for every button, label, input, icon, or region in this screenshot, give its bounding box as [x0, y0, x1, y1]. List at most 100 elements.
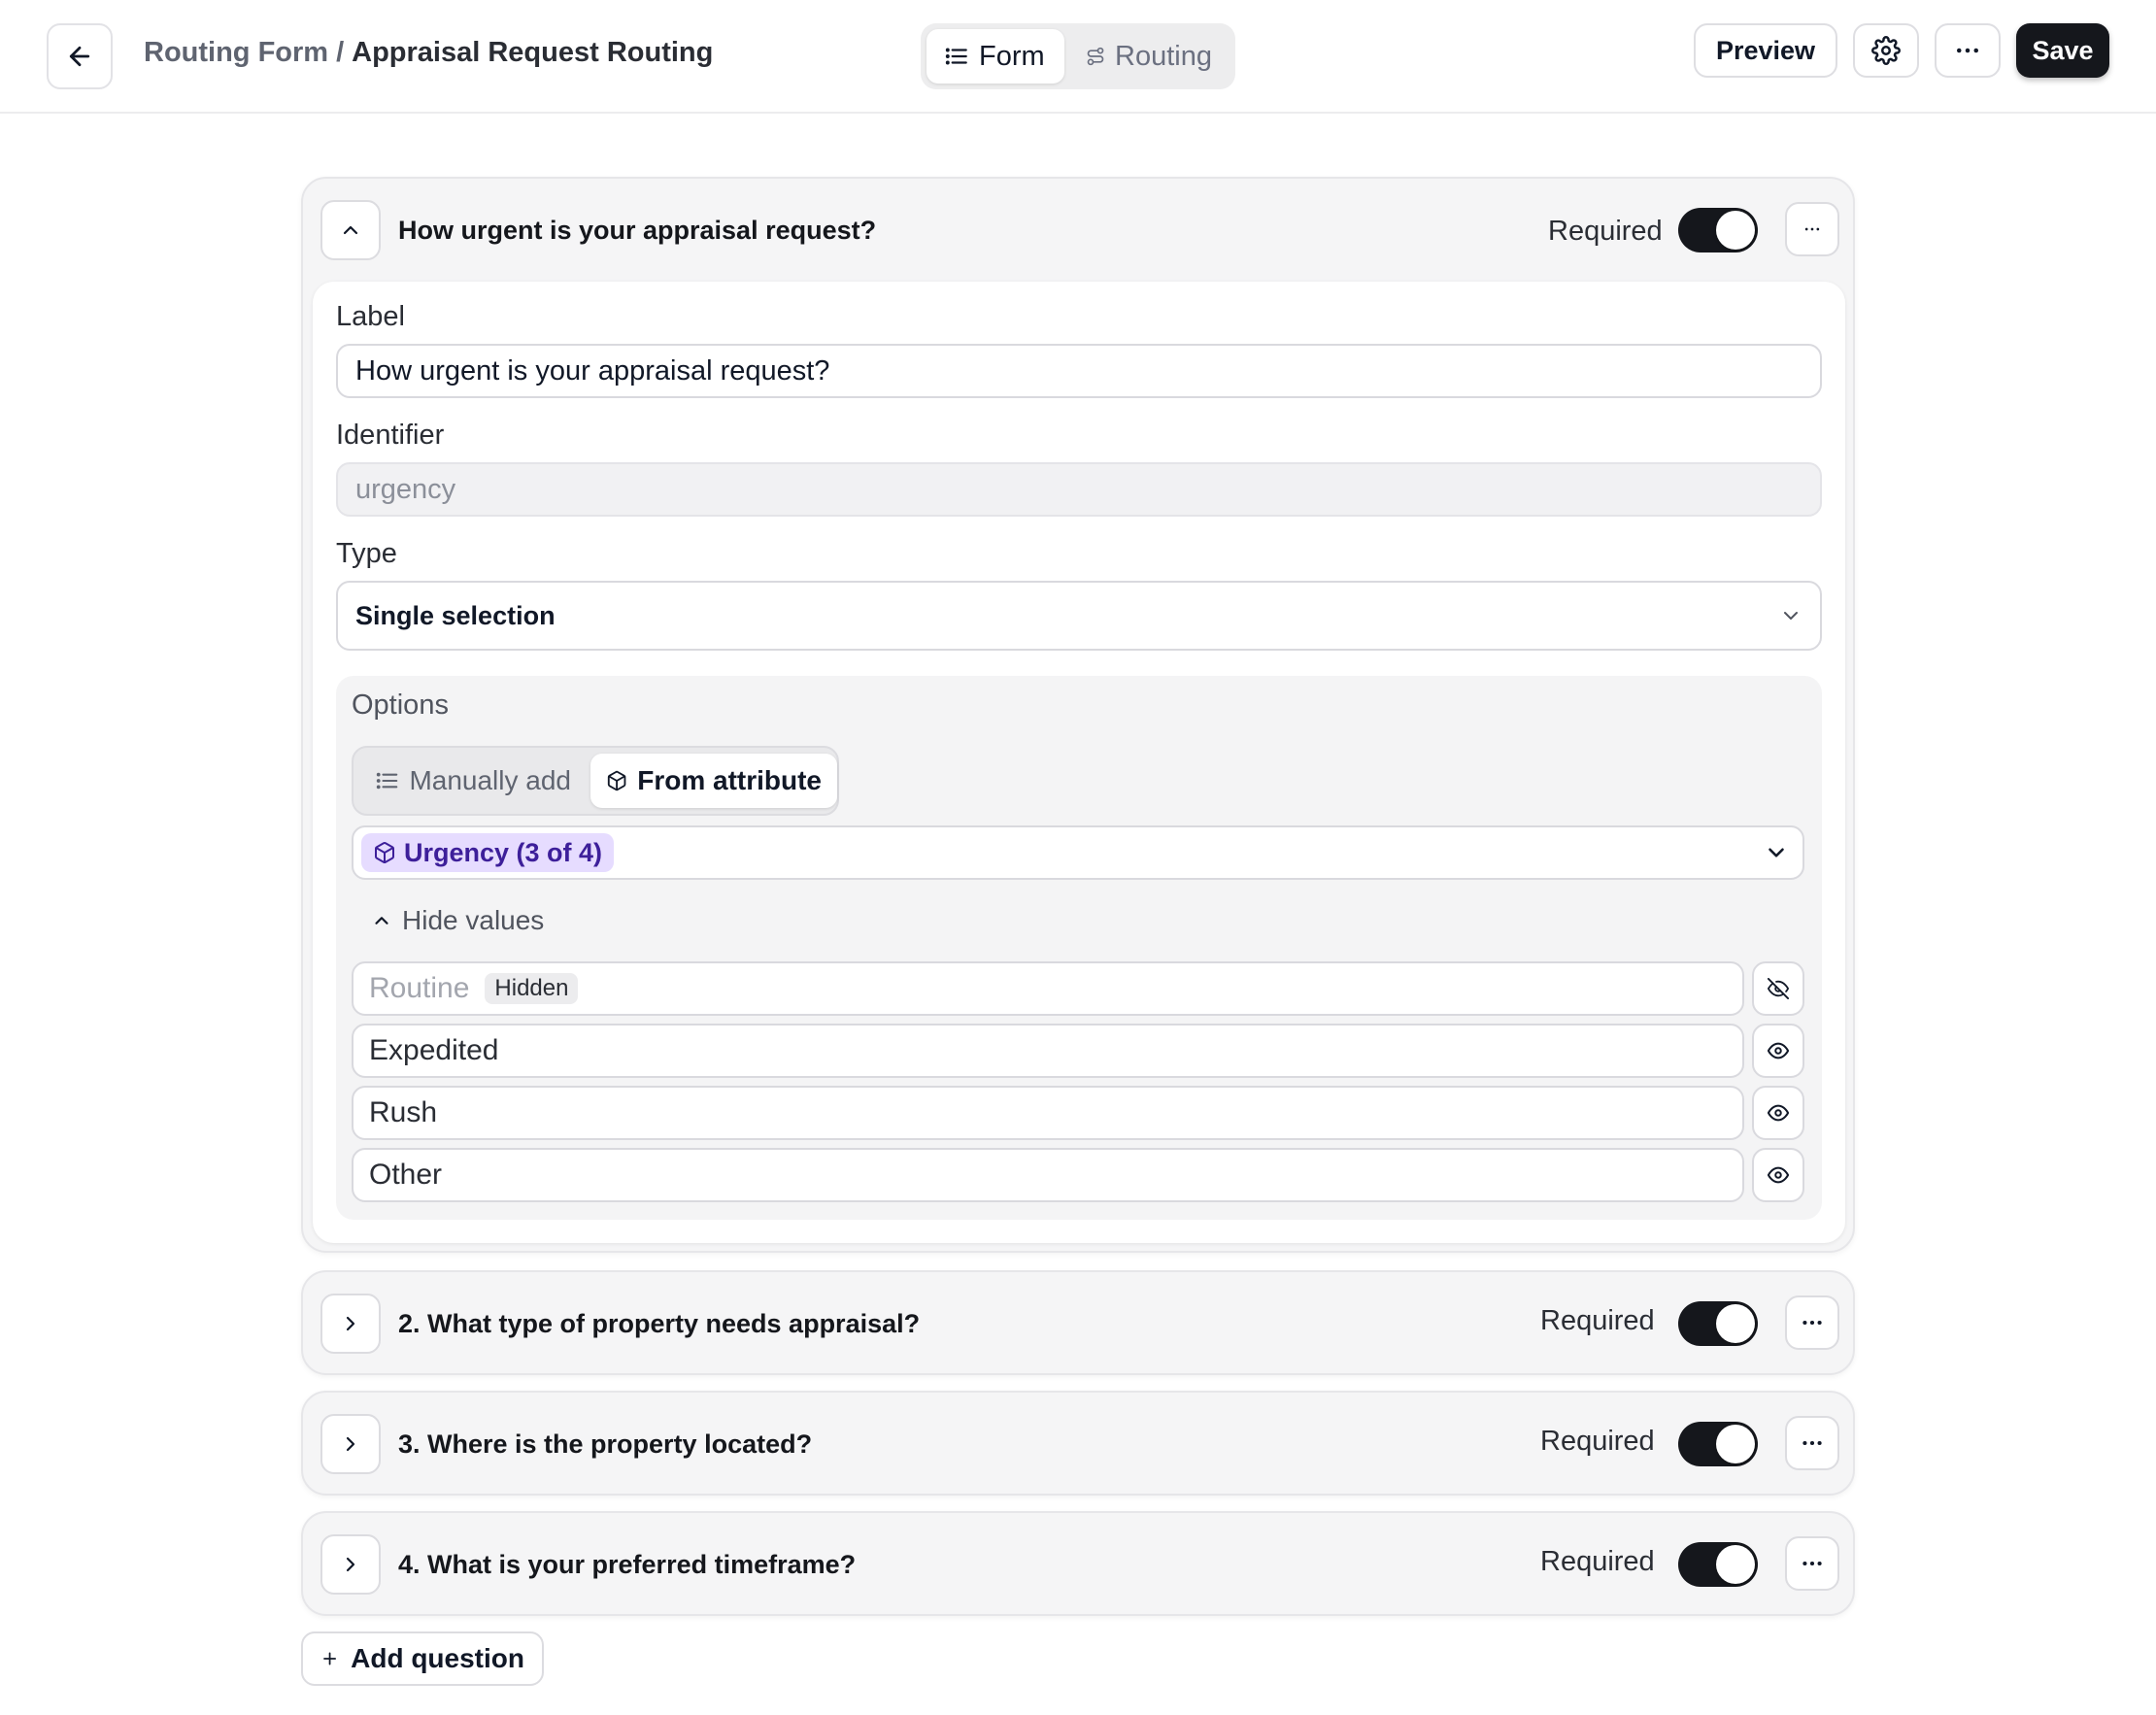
expand-button[interactable]: [320, 1534, 381, 1595]
option-value-input[interactable]: Expedited: [352, 1024, 1744, 1078]
question-menu-button[interactable]: [1785, 202, 1839, 256]
question-menu-button[interactable]: [1785, 1295, 1839, 1350]
option-value-label: Rush: [369, 1096, 438, 1128]
chevron-right-icon: [346, 1436, 355, 1452]
more-horizontal-icon: [1802, 1440, 1822, 1446]
show-value-button[interactable]: [1752, 961, 1804, 1016]
option-value-row: Other: [352, 1148, 1804, 1202]
arrow-left-icon: [69, 46, 90, 67]
preview-button[interactable]: Preview: [1694, 23, 1837, 78]
question-menu-button[interactable]: [1785, 1416, 1839, 1470]
hide-values-toggle[interactable]: Hide values: [371, 905, 544, 936]
question-body: Label How urgent is your appraisal reque…: [313, 282, 1845, 1243]
option-value-row: Expedited: [352, 1024, 1804, 1078]
chevron-right-icon: [346, 1557, 355, 1572]
question-menu-button[interactable]: [1785, 1536, 1839, 1591]
option-value-label: Expedited: [369, 1034, 499, 1066]
more-horizontal-icon: [1802, 1561, 1822, 1566]
plus-icon: [323, 1652, 337, 1665]
hide-values-label: Hide values: [402, 905, 545, 935]
chevron-up-icon: [343, 225, 358, 235]
toggle-knob: [1716, 1304, 1755, 1343]
identifier-field-label: Identifier: [336, 420, 445, 451]
required-label: Required: [1540, 1305, 1655, 1336]
expand-button[interactable]: [320, 1414, 381, 1474]
list-icon: [945, 48, 967, 65]
attribute-select[interactable]: Urgency (3 of 4): [352, 825, 1804, 880]
expand-button[interactable]: [320, 1294, 381, 1354]
required-label: Required: [1540, 1546, 1655, 1577]
options-panel: Options Manually add From attribute Urge…: [336, 676, 1822, 1220]
tab-routing[interactable]: Routing: [1068, 29, 1230, 84]
option-value-row: Rush: [352, 1086, 1804, 1140]
option-value-input[interactable]: Routine Hidden: [352, 961, 1744, 1016]
question-title: How urgent is your appraisal request?: [398, 216, 877, 245]
eye-off-icon: [1768, 978, 1789, 999]
tab-from-attribute-label: From attribute: [637, 765, 822, 795]
view-switcher: Form Routing: [921, 23, 1235, 89]
question-title: 3. Where is the property located?: [398, 1429, 813, 1459]
chevron-right-icon: [346, 1316, 355, 1331]
add-question-button[interactable]: Add question: [301, 1631, 544, 1686]
attribute-chip-label: Urgency (3 of 4): [404, 837, 603, 867]
back-button[interactable]: [47, 23, 113, 89]
options-source-switcher: Manually add From attribute: [352, 746, 839, 816]
more-horizontal-icon: [1957, 48, 1978, 53]
chevron-down-icon: [1784, 612, 1798, 620]
tab-from-attribute[interactable]: From attribute: [590, 754, 837, 808]
option-value-label: Routine: [369, 972, 470, 1004]
toggle-knob: [1716, 211, 1755, 250]
more-options-button[interactable]: [1935, 23, 2001, 78]
breadcrumb-parent[interactable]: Routing Form: [144, 37, 328, 69]
top-bar: Routing Form / Appraisal Request Routing…: [0, 0, 2156, 114]
gear-icon: [1871, 36, 1901, 65]
tab-form[interactable]: Form: [926, 29, 1064, 84]
options-title: Options: [352, 689, 449, 721]
hide-value-button[interactable]: [1752, 1086, 1804, 1140]
toggle-knob: [1716, 1425, 1755, 1463]
tab-routing-label: Routing: [1115, 40, 1212, 72]
question-card-2: 2. What type of property needs appraisal…: [301, 1270, 1855, 1375]
question-card-3: 3. Where is the property located? Requir…: [301, 1391, 1855, 1496]
tab-form-label: Form: [979, 40, 1045, 72]
attribute-chip: Urgency (3 of 4): [361, 833, 615, 872]
label-field-label: Label: [336, 301, 405, 332]
cube-icon: [607, 770, 626, 791]
required-label: Required: [1540, 1426, 1655, 1457]
type-select[interactable]: Single selection: [336, 581, 1822, 651]
type-select-value: Single selection: [355, 600, 556, 630]
tab-manually-add[interactable]: Manually add: [359, 754, 587, 808]
chevron-up-icon: [375, 917, 388, 925]
required-toggle[interactable]: [1678, 1542, 1758, 1587]
hide-value-button[interactable]: [1752, 1024, 1804, 1078]
hide-value-button[interactable]: [1752, 1148, 1804, 1202]
hidden-badge: Hidden: [485, 973, 579, 1004]
breadcrumb-separator: /: [336, 37, 345, 68]
identifier-input: urgency: [336, 462, 1822, 517]
required-label: Required: [1548, 216, 1663, 247]
list-icon: [376, 772, 398, 790]
question-card-4: 4. What is your preferred timeframe? Req…: [301, 1511, 1855, 1616]
settings-button[interactable]: [1853, 23, 1919, 78]
eye-icon: [1768, 1166, 1789, 1184]
question-header: How urgent is your appraisal request? Re…: [303, 179, 1853, 282]
option-value-label: Other: [369, 1159, 443, 1191]
required-toggle[interactable]: [1678, 1422, 1758, 1466]
label-input[interactable]: How urgent is your appraisal request?: [336, 344, 1822, 398]
option-value-input[interactable]: Other: [352, 1148, 1744, 1202]
required-toggle[interactable]: [1678, 1301, 1758, 1346]
option-value-input[interactable]: Rush: [352, 1086, 1744, 1140]
tab-manually-add-label: Manually add: [409, 765, 571, 795]
breadcrumb: Routing Form / Appraisal Request Routing: [144, 37, 713, 69]
question-title: 2. What type of property needs appraisal…: [398, 1309, 921, 1338]
chevron-down-icon: [1769, 848, 1784, 858]
route-icon: [1087, 47, 1104, 66]
collapse-button[interactable]: [320, 200, 381, 260]
save-button[interactable]: Save: [2016, 23, 2109, 78]
eye-icon: [1768, 1104, 1789, 1122]
required-toggle[interactable]: [1678, 208, 1758, 252]
type-field-label: Type: [336, 538, 397, 569]
question-title: 4. What is your preferred timeframe?: [398, 1550, 857, 1579]
page-title: Appraisal Request Routing: [352, 37, 714, 68]
toggle-knob: [1716, 1545, 1755, 1584]
